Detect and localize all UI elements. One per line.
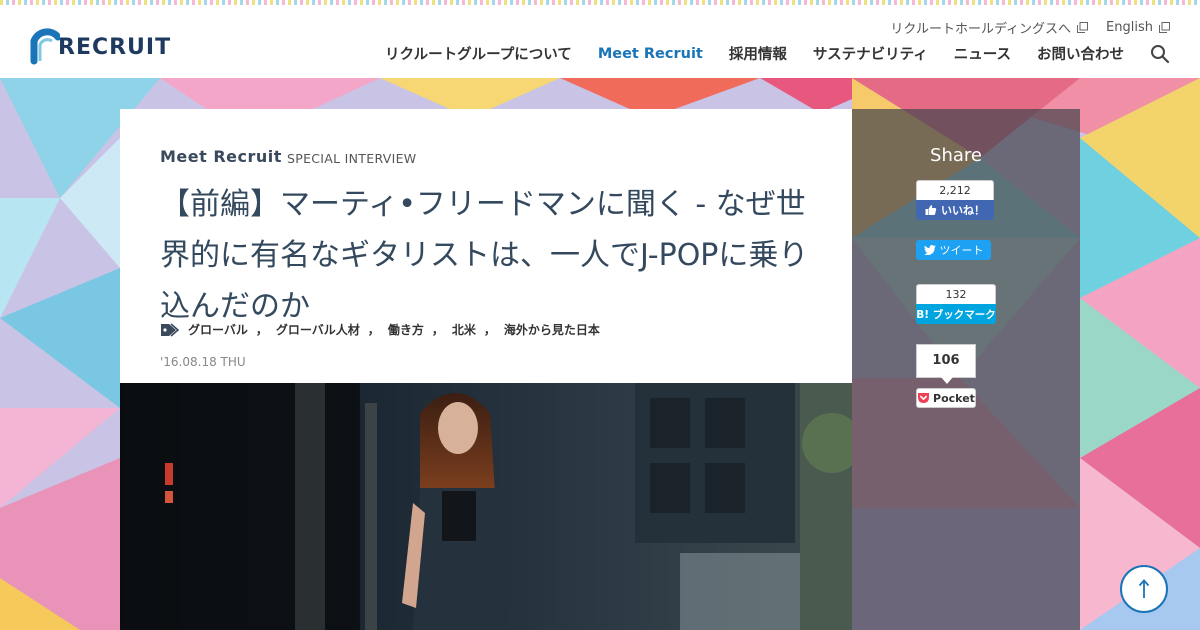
tag-icon <box>161 322 180 337</box>
english-link-label: English <box>1106 20 1153 35</box>
nav-sustainability[interactable]: サステナビリティ <box>813 43 928 64</box>
nav-meet-recruit[interactable]: Meet Recruit <box>598 46 703 62</box>
external-link-icon <box>1159 22 1170 33</box>
facebook-like-count: 2,212 <box>916 180 994 200</box>
main-nav: リクルートグループについて Meet Recruit 採用情報 サステナビリティ… <box>385 43 1170 64</box>
thumbs-up-icon <box>925 205 937 215</box>
back-to-top-button[interactable] <box>1120 565 1168 613</box>
hatena-bookmark-button[interactable]: 132 B! ブックマーク <box>916 284 996 324</box>
facebook-like-label: いいね！ <box>941 204 985 217</box>
nav-recruitment[interactable]: 採用情報 <box>729 43 787 64</box>
tag-separator: ， <box>255 323 268 337</box>
facebook-like-label-wrap[interactable]: いいね！ <box>916 200 994 220</box>
recruit-logo[interactable]: RECRUIT <box>30 23 175 65</box>
article-header-card: Meet Recruit SPECIAL INTERVIEW 【前編】マーティ•… <box>120 109 852 383</box>
search-icon[interactable] <box>1150 44 1170 64</box>
pocket-button[interactable]: 106 Pocket <box>916 344 976 408</box>
facebook-like-button[interactable]: 2,212 いいね！ <box>916 180 994 220</box>
tag-link[interactable]: 働き方 <box>388 321 424 338</box>
arrow-up-icon <box>1138 579 1150 598</box>
tag-link[interactable]: グローバル人材 <box>276 321 360 338</box>
share-title: Share <box>930 145 982 166</box>
pocket-count: 106 <box>916 344 976 384</box>
tag-link[interactable]: 海外から見た日本 <box>504 321 600 338</box>
pocket-save-button[interactable]: Pocket <box>916 388 976 408</box>
logo-text: RECRUIT <box>58 35 172 60</box>
external-link-icon <box>1077 22 1089 33</box>
hatena-bookmark-label[interactable]: B! ブックマーク <box>916 304 996 324</box>
holdings-link[interactable]: リクルートホールディングスへ <box>890 18 1089 37</box>
english-link[interactable]: English <box>1106 18 1170 37</box>
article-title: 【前編】マーティ•フリードマンに聞く - なぜ世界的に有名なギタリストは、一人で… <box>160 187 809 324</box>
category-sub: SPECIAL INTERVIEW <box>287 151 417 166</box>
nav-contact[interactable]: お問い合わせ <box>1037 43 1124 64</box>
share-panel: Share 2,212 いいね！ ツイート 132 B! ブックマーク 106 … <box>852 109 1080 630</box>
twitter-tweet-label: ツイート <box>939 244 984 257</box>
recruit-logo-mark-icon <box>30 28 60 65</box>
pocket-icon <box>918 393 930 403</box>
utility-links: リクルートホールディングスへ English <box>890 18 1170 37</box>
hatena-bookmark-count: 132 <box>916 284 996 304</box>
pocket-label: Pocket <box>933 391 975 405</box>
tag-separator: ， <box>367 323 380 337</box>
twitter-tweet-button[interactable]: ツイート <box>916 240 991 260</box>
tag-link[interactable]: 北米 <box>452 321 476 338</box>
tag-link[interactable]: グローバル <box>188 321 248 338</box>
site-header: RECRUIT リクルートホールディングスへ English リクルートグループ… <box>0 5 1200 79</box>
tag-list: グローバル ， グローバル人材 ， 働き方 ， 北米 ， 海外から見た日本 <box>160 321 600 338</box>
twitter-bird-icon <box>923 245 936 255</box>
nav-about-group[interactable]: リクルートグループについて <box>385 43 572 64</box>
holdings-link-label: リクルートホールディングスへ <box>890 22 1072 37</box>
category-brand[interactable]: Meet Recruit <box>160 147 282 166</box>
publish-date: '16.08.18 THU <box>160 355 246 369</box>
tag-separator: ， <box>431 323 444 337</box>
nav-news[interactable]: ニュース <box>954 43 1011 64</box>
tag-separator: ， <box>483 323 496 337</box>
hero-photo <box>120 383 852 630</box>
